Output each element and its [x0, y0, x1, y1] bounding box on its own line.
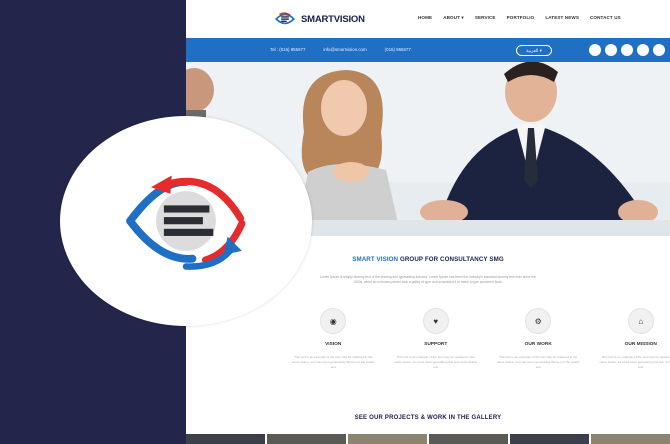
feature-label: OUR MISSION — [624, 342, 657, 347]
language-switch-button[interactable]: العربية ▾ — [516, 45, 552, 56]
eye-icon: ◉ — [320, 308, 347, 334]
feature-label: OUR WORK — [524, 342, 552, 347]
logo-badge — [60, 116, 312, 326]
nav-item-contact-us[interactable]: CONTACT US — [590, 15, 621, 21]
nav-item-home[interactable]: HOME — [418, 15, 432, 21]
nav-item-latest-news[interactable]: LATEST NEWS — [545, 15, 579, 21]
brand-name: SMARTVISION — [301, 13, 365, 25]
brand-logo-icon — [275, 12, 295, 25]
smart-vision-logo-icon — [126, 175, 246, 270]
intro-paragraph: Lorem Ipsum is simply dummy text of the … — [319, 275, 537, 285]
youtube-icon[interactable] — [653, 44, 665, 56]
phone-primary: Tel : (016) 955677 — [270, 47, 306, 52]
top-navbar: SMARTVISION HOME ABOUT ▾ SERVICE PORTFOL… — [186, 0, 670, 38]
gallery-thumb[interactable] — [267, 434, 346, 444]
email-link[interactable]: info@smartvision.com — [323, 47, 366, 52]
feature-text: This text is an example of the text may … — [394, 355, 478, 369]
feature-label: VISION — [325, 342, 342, 347]
feature-text: This text is an example of the text may … — [291, 355, 375, 369]
feature-support: ♥ SUPPORT This text is an example of the… — [385, 308, 488, 370]
feature-our-mission: ⌂ OUR MISSION This text is an example of… — [590, 308, 670, 370]
feature-vision: ◉ VISION This text is an example of the … — [282, 308, 385, 370]
heading-rest: GROUP FOR CONSULTANCY SMG — [399, 256, 504, 263]
brand[interactable]: SMARTVISION — [274, 9, 365, 29]
main-nav: HOME ABOUT ▾ SERVICE PORTFOLIO LATEST NE… — [418, 15, 621, 21]
social-links — [589, 44, 665, 56]
gallery-thumb[interactable] — [186, 434, 265, 444]
facebook-icon[interactable] — [589, 44, 601, 56]
nav-item-portfolio[interactable]: PORTFOLIO — [507, 15, 535, 21]
gallery-thumb[interactable] — [591, 434, 670, 444]
contact-info-bar: Tel : (016) 955677 info@smartvision.com … — [186, 38, 670, 62]
twitter-icon[interactable] — [605, 44, 617, 56]
nav-item-about[interactable]: ABOUT ▾ — [443, 15, 464, 21]
heart-icon: ♥ — [422, 308, 449, 334]
feature-label: SUPPORT — [424, 342, 448, 347]
feature-text: This text is an example of the text may … — [496, 355, 580, 369]
gallery-strip — [186, 434, 670, 444]
gallery-thumb[interactable] — [510, 434, 589, 444]
feature-text: This text is an example of the text may … — [599, 355, 670, 369]
gallery-heading: SEE OUR PROJECTS & WORK IN THE GALLERY — [354, 415, 502, 421]
phone-secondary: (016) 955677 — [384, 47, 411, 52]
linkedin-icon[interactable] — [621, 44, 633, 56]
gallery-thumb[interactable] — [348, 434, 427, 444]
google-plus-icon[interactable] — [637, 44, 649, 56]
contact-info-items: Tel : (016) 955677 info@smartvision.com … — [270, 47, 411, 52]
gallery-thumb[interactable] — [429, 434, 508, 444]
feature-list: ◉ VISION This text is an example of the … — [282, 308, 670, 370]
gears-icon: ⚙ — [525, 308, 552, 334]
home-icon: ⌂ — [627, 308, 654, 334]
heading-highlight: SMART VISION — [352, 256, 399, 263]
feature-our-work: ⚙ OUR WORK This text is an example of th… — [487, 308, 590, 370]
nav-item-service[interactable]: SERVICE — [475, 15, 496, 21]
